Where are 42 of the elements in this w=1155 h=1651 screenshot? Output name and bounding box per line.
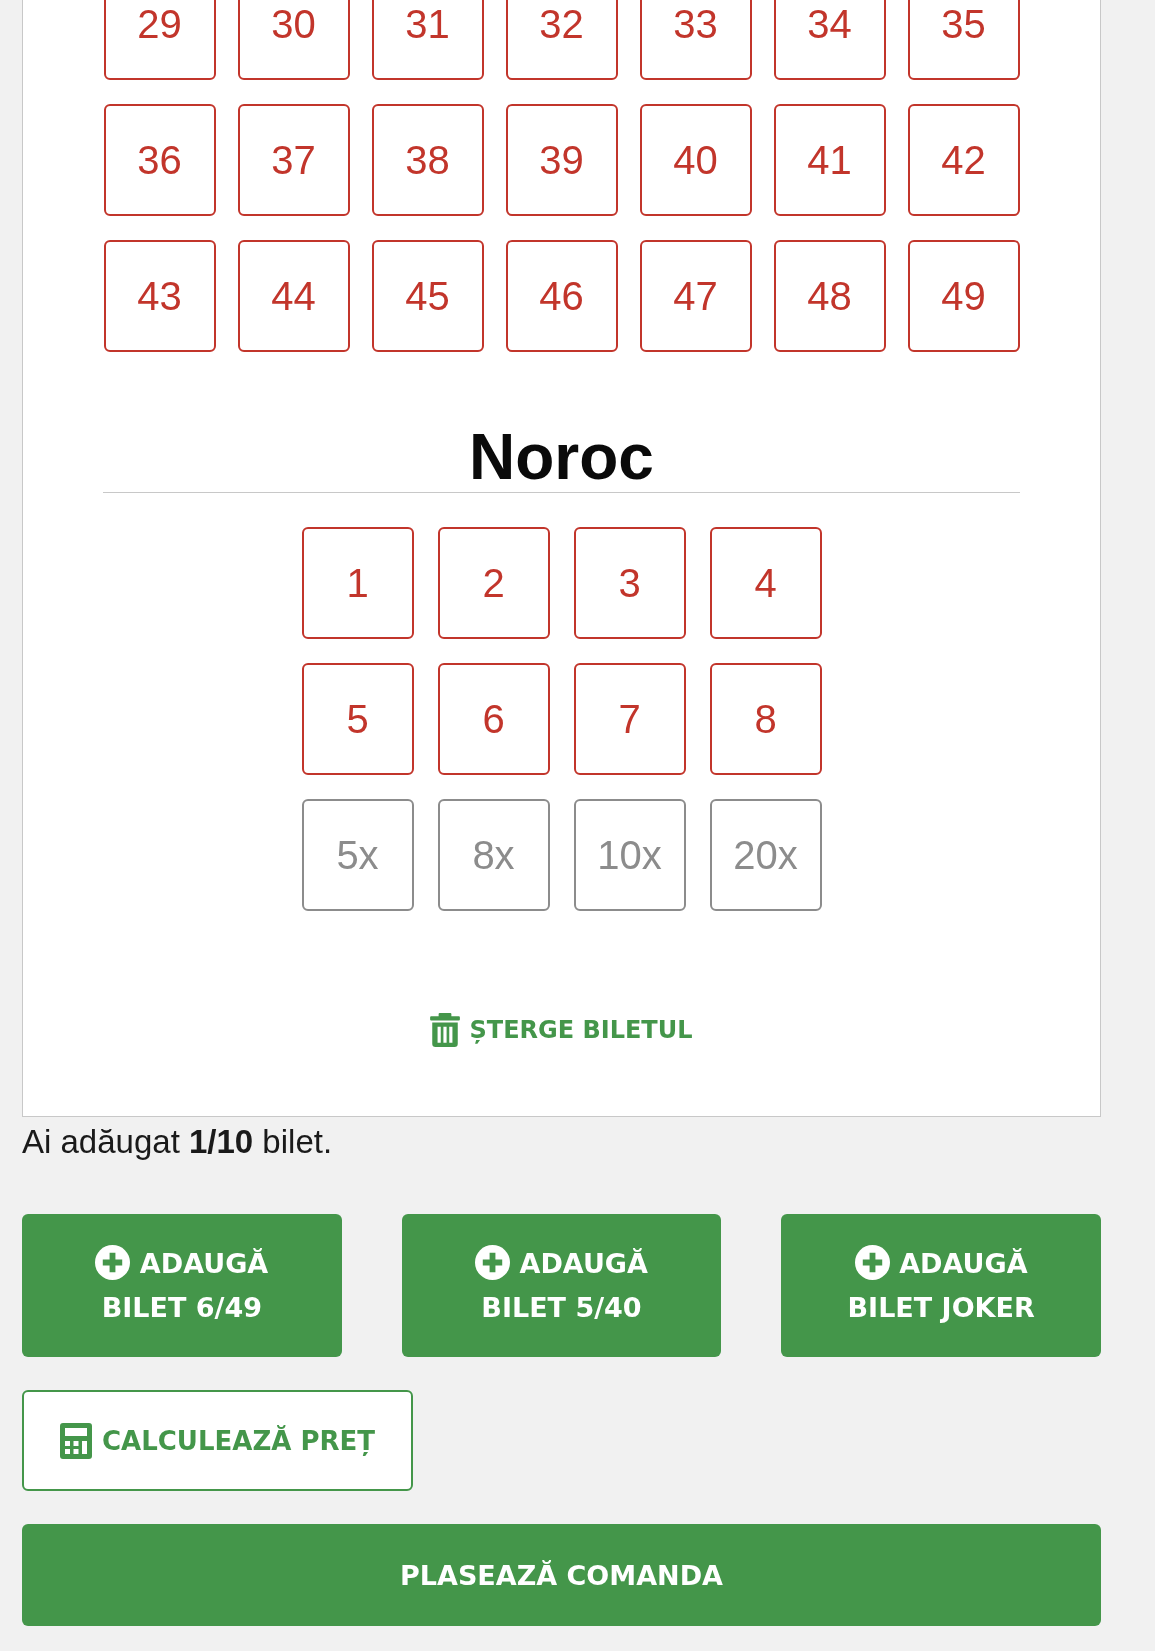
number-button[interactable]: 38 <box>371 104 484 216</box>
number-button[interactable]: 48 <box>773 240 886 352</box>
number-button[interactable]: 8 <box>709 663 822 775</box>
number-button[interactable]: 46 <box>505 240 618 352</box>
number-button[interactable]: 47 <box>639 240 752 352</box>
plus-circle-icon <box>95 1244 131 1280</box>
number-button[interactable]: 29 <box>103 0 216 80</box>
number-button[interactable]: 1 <box>301 527 414 639</box>
number-button[interactable]: 49 <box>907 240 1020 352</box>
place-order-button[interactable]: PLASEAZĂ COMANDA <box>22 1524 1101 1626</box>
number-button[interactable]: 33 <box>639 0 752 80</box>
plus-circle-icon <box>475 1244 511 1280</box>
number-button[interactable]: 42 <box>907 104 1020 216</box>
number-button[interactable]: 34 <box>773 0 886 80</box>
section-heading: Noroc <box>469 425 654 489</box>
number-button[interactable]: 43 <box>103 240 216 352</box>
number-button[interactable]: 6 <box>437 663 550 775</box>
number-button[interactable]: 7 <box>573 663 686 775</box>
calculator-icon <box>60 1422 92 1459</box>
plus-circle-icon <box>854 1244 890 1280</box>
number-button[interactable]: 39 <box>505 104 618 216</box>
number-button[interactable]: 45 <box>371 240 484 352</box>
number-button[interactable]: 31 <box>371 0 484 80</box>
number-button[interactable]: 44 <box>237 240 350 352</box>
number-button[interactable]: 3 <box>573 527 686 639</box>
add-ticket-button[interactable]: ADAUGĂ BILET 5/40 <box>401 1214 722 1357</box>
number-button[interactable]: 41 <box>773 104 886 216</box>
trash-icon <box>430 1013 461 1047</box>
number-button[interactable]: 4 <box>709 527 822 639</box>
number-button[interactable]: 35 <box>907 0 1020 80</box>
number-button[interactable]: 30 <box>237 0 350 80</box>
add-ticket-button[interactable]: ADAUGĂ BILET 6/49 <box>22 1214 342 1357</box>
number-button[interactable]: 5 <box>301 663 414 775</box>
number-button[interactable]: 36 <box>103 104 216 216</box>
calculate-price-button[interactable]: CALCULEAZĂ PREȚ <box>22 1390 413 1491</box>
number-button[interactable]: 40 <box>639 104 752 216</box>
number-button[interactable]: 32 <box>505 0 618 80</box>
add-ticket-button[interactable]: ADAUGĂ BILET JOKER <box>781 1214 1101 1357</box>
number-button[interactable]: 2 <box>437 527 550 639</box>
ticket-count-text: Ai adăugat 1/10 bilet. <box>22 1122 334 1162</box>
delete-ticket-button[interactable]: ȘTERGE BILETUL <box>430 1012 693 1048</box>
number-button[interactable]: 37 <box>237 104 350 216</box>
